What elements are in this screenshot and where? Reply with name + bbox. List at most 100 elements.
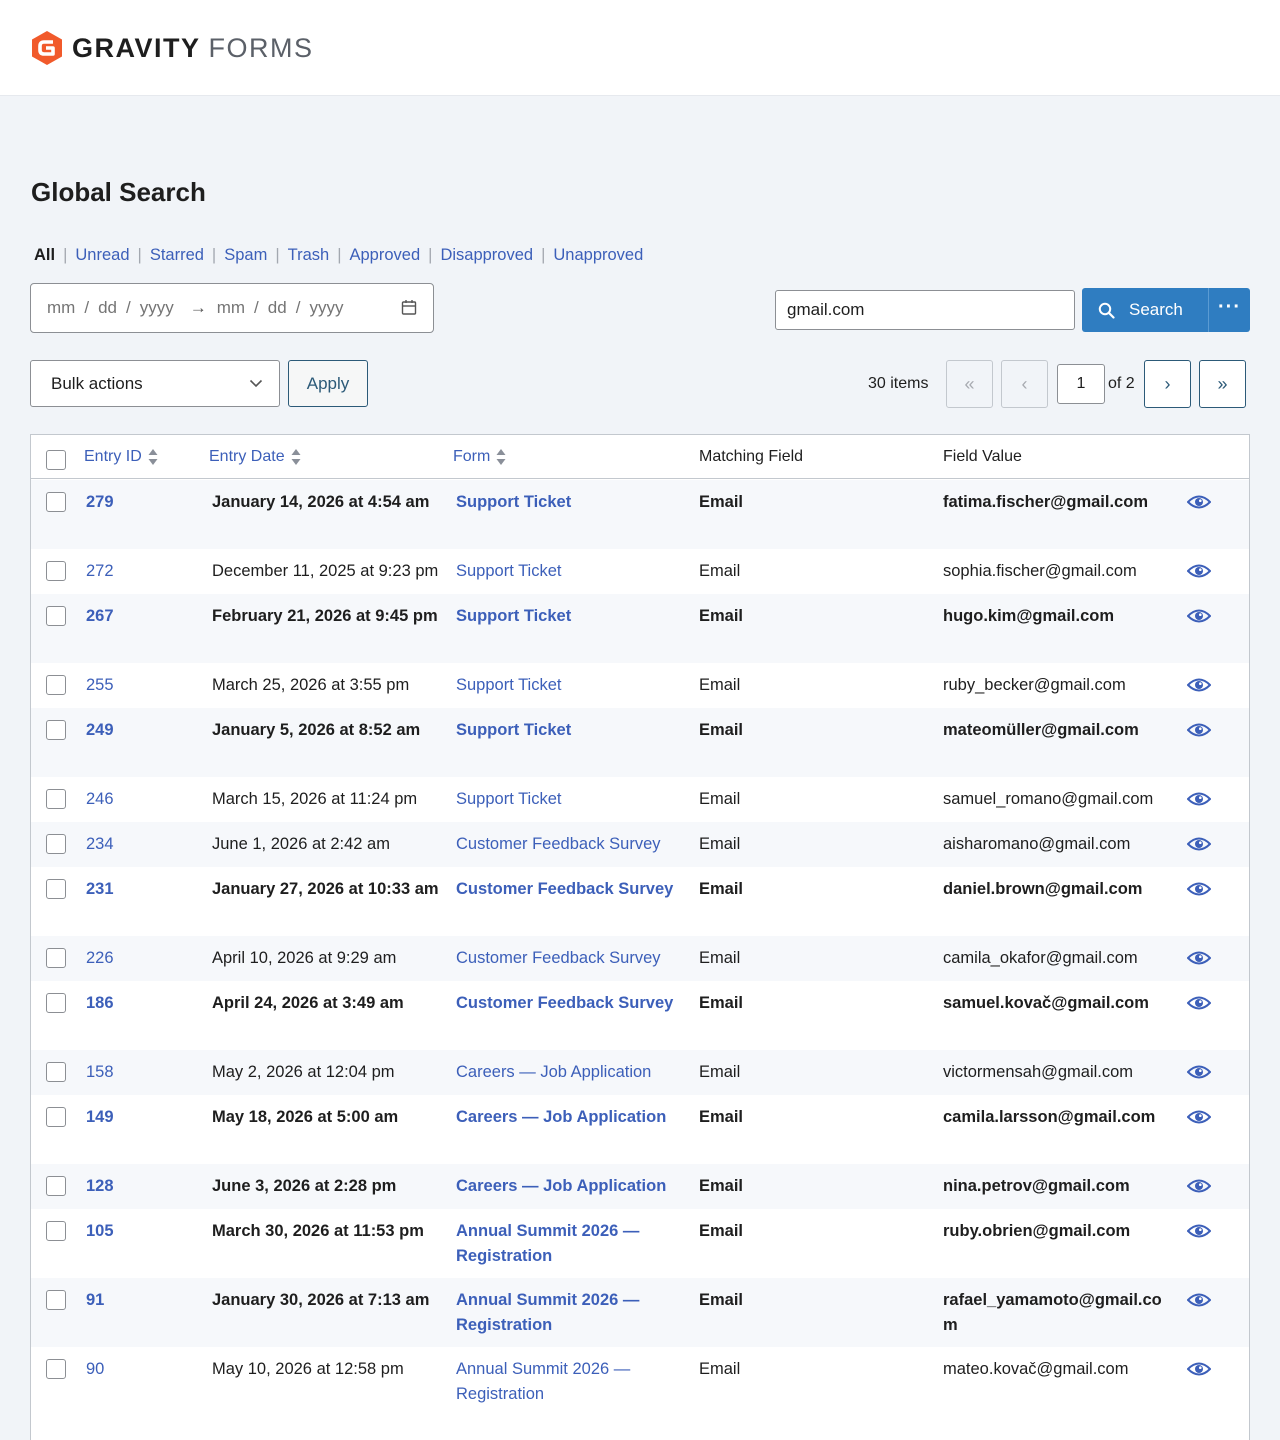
eye-icon[interactable] xyxy=(1187,1178,1211,1194)
form-link[interactable]: Annual Summit 2026 — Registration xyxy=(456,1288,686,1338)
row-checkbox[interactable] xyxy=(46,492,66,512)
row-checkbox[interactable] xyxy=(46,1176,66,1196)
column-entry-date[interactable]: Entry Date xyxy=(209,448,301,466)
calendar-icon[interactable] xyxy=(401,299,417,316)
table-row[interactable]: 231 January 27, 2026 at 10:33 am Customer … xyxy=(31,867,1249,936)
row-checkbox[interactable] xyxy=(46,1290,66,1310)
row-checkbox[interactable] xyxy=(46,561,66,581)
table-row[interactable]: 279 January 14, 2026 at 4:54 am Support Ti… xyxy=(31,480,1249,549)
form-link[interactable]: Support Ticket xyxy=(456,559,686,584)
form-link[interactable]: Careers — Job Application xyxy=(456,1060,686,1085)
filter-spam[interactable]: Spam xyxy=(224,246,267,265)
table-row[interactable]: 249 January 5, 2026 at 8:52 am Support Tic… xyxy=(31,708,1249,777)
table-row[interactable]: 267 February 21, 2026 at 9:45 pm Support T… xyxy=(31,594,1249,663)
form-link[interactable]: Customer Feedback Survey xyxy=(456,832,686,857)
filter-trash[interactable]: Trash xyxy=(288,246,330,265)
apply-button[interactable]: Apply xyxy=(288,360,368,407)
row-checkbox[interactable] xyxy=(46,1107,66,1127)
entry-id-link[interactable]: 158 xyxy=(86,1060,114,1085)
row-checkbox[interactable] xyxy=(46,1359,66,1379)
entry-id-link[interactable]: 255 xyxy=(86,673,114,698)
filter-disapproved[interactable]: Disapproved xyxy=(440,246,533,265)
form-link[interactable]: Annual Summit 2026 — Registration xyxy=(456,1219,686,1269)
entry-id-link[interactable]: 149 xyxy=(86,1105,114,1130)
entry-id-link[interactable]: 90 xyxy=(86,1357,104,1382)
row-checkbox[interactable] xyxy=(46,1221,66,1241)
form-link[interactable]: Support Ticket xyxy=(456,490,686,515)
table-row[interactable]: 128 June 3, 2026 at 2:28 pm Careers — Job … xyxy=(31,1164,1249,1209)
row-checkbox[interactable] xyxy=(46,948,66,968)
entry-id-link[interactable]: 128 xyxy=(86,1174,114,1199)
eye-icon[interactable] xyxy=(1187,791,1211,807)
entry-id-link[interactable]: 105 xyxy=(86,1219,114,1244)
more-options-button[interactable]: ··· xyxy=(1209,285,1250,329)
table-row[interactable]: 226 April 10, 2026 at 9:29 am Customer Fee… xyxy=(31,936,1249,981)
row-checkbox[interactable] xyxy=(46,993,66,1013)
start-year[interactable]: yyyy xyxy=(140,298,174,318)
filter-starred[interactable]: Starred xyxy=(150,246,204,265)
eye-icon[interactable] xyxy=(1187,881,1211,897)
entry-id-link[interactable]: 272 xyxy=(86,559,114,584)
entry-id-link[interactable]: 186 xyxy=(86,991,114,1016)
date-range-picker[interactable]: mm / dd / yyyy → mm / dd / yyyy xyxy=(30,283,434,333)
select-all-checkbox[interactable] xyxy=(46,450,66,470)
eye-icon[interactable] xyxy=(1187,1292,1211,1308)
table-row[interactable]: 246 March 15, 2026 at 11:24 pm Support Tic… xyxy=(31,777,1249,822)
table-row[interactable]: 90 May 10, 2026 at 12:58 pm Annual Summit … xyxy=(31,1347,1249,1416)
filter-unapproved[interactable]: Unapproved xyxy=(553,246,643,265)
start-day[interactable]: dd xyxy=(98,298,117,318)
entry-id-link[interactable]: 249 xyxy=(86,718,114,743)
form-link[interactable]: Support Ticket xyxy=(456,604,686,629)
eye-icon[interactable] xyxy=(1187,950,1211,966)
filter-all[interactable]: All xyxy=(34,246,55,265)
filter-approved[interactable]: Approved xyxy=(350,246,421,265)
previous-page-button[interactable]: ‹ xyxy=(1001,360,1048,408)
start-month[interactable]: mm xyxy=(47,298,75,318)
eye-icon[interactable] xyxy=(1187,1064,1211,1080)
eye-icon[interactable] xyxy=(1187,1109,1211,1125)
filter-unread[interactable]: Unread xyxy=(75,246,129,265)
eye-icon[interactable] xyxy=(1187,836,1211,852)
eye-icon[interactable] xyxy=(1187,677,1211,693)
eye-icon[interactable] xyxy=(1187,563,1211,579)
eye-icon[interactable] xyxy=(1187,1361,1211,1377)
eye-icon[interactable] xyxy=(1187,1223,1211,1239)
form-link[interactable]: Careers — Job Application xyxy=(456,1174,686,1199)
last-page-button[interactable]: » xyxy=(1199,360,1246,408)
row-checkbox[interactable] xyxy=(46,606,66,626)
entry-id-link[interactable]: 231 xyxy=(86,877,114,902)
column-form[interactable]: Form xyxy=(453,448,506,466)
form-link[interactable]: Customer Feedback Survey xyxy=(456,946,686,971)
table-row[interactable]: 105 March 30, 2026 at 11:53 pm Annual Summ… xyxy=(31,1209,1249,1278)
form-link[interactable]: Customer Feedback Survey xyxy=(456,991,686,1016)
table-row[interactable]: 91 January 30, 2026 at 7:13 am Annual Summ… xyxy=(31,1278,1249,1347)
row-checkbox[interactable] xyxy=(46,879,66,899)
form-link[interactable]: Careers — Job Application xyxy=(456,1105,686,1130)
table-row[interactable]: 149 May 18, 2026 at 5:00 am Careers — Job … xyxy=(31,1095,1249,1164)
search-button[interactable]: Search xyxy=(1082,288,1208,332)
search-input[interactable] xyxy=(775,290,1075,330)
entry-id-link[interactable]: 246 xyxy=(86,787,114,812)
table-row[interactable]: 255 March 25, 2026 at 3:55 pm Support Tick… xyxy=(31,663,1249,708)
first-page-button[interactable]: « xyxy=(946,360,993,408)
entry-id-link[interactable]: 226 xyxy=(86,946,114,971)
end-year[interactable]: yyyy xyxy=(309,298,343,318)
row-checkbox[interactable] xyxy=(46,1062,66,1082)
entry-id-link[interactable]: 267 xyxy=(86,604,114,629)
form-link[interactable]: Annual Summit 2026 — Registration xyxy=(456,1357,686,1407)
form-link[interactable]: Support Ticket xyxy=(456,673,686,698)
entry-id-link[interactable]: 279 xyxy=(86,490,114,515)
gravity-forms-logo[interactable]: GRAVITY FORMS xyxy=(30,30,314,66)
table-row[interactable]: 272 December 11, 2025 at 9:23 pm Support T… xyxy=(31,549,1249,594)
entry-id-link[interactable]: 91 xyxy=(86,1288,104,1313)
current-page-input[interactable]: 1 xyxy=(1057,364,1105,404)
form-link[interactable]: Support Ticket xyxy=(456,787,686,812)
row-checkbox[interactable] xyxy=(46,720,66,740)
table-row[interactable]: 234 June 1, 2026 at 2:42 am Customer Feedb… xyxy=(31,822,1249,867)
next-page-button[interactable]: › xyxy=(1144,360,1191,408)
row-checkbox[interactable] xyxy=(46,834,66,854)
eye-icon[interactable] xyxy=(1187,608,1211,624)
row-checkbox[interactable] xyxy=(46,789,66,809)
table-row[interactable]: 186 April 24, 2026 at 3:49 am Customer Fee… xyxy=(31,981,1249,1050)
form-link[interactable]: Customer Feedback Survey xyxy=(456,877,686,902)
